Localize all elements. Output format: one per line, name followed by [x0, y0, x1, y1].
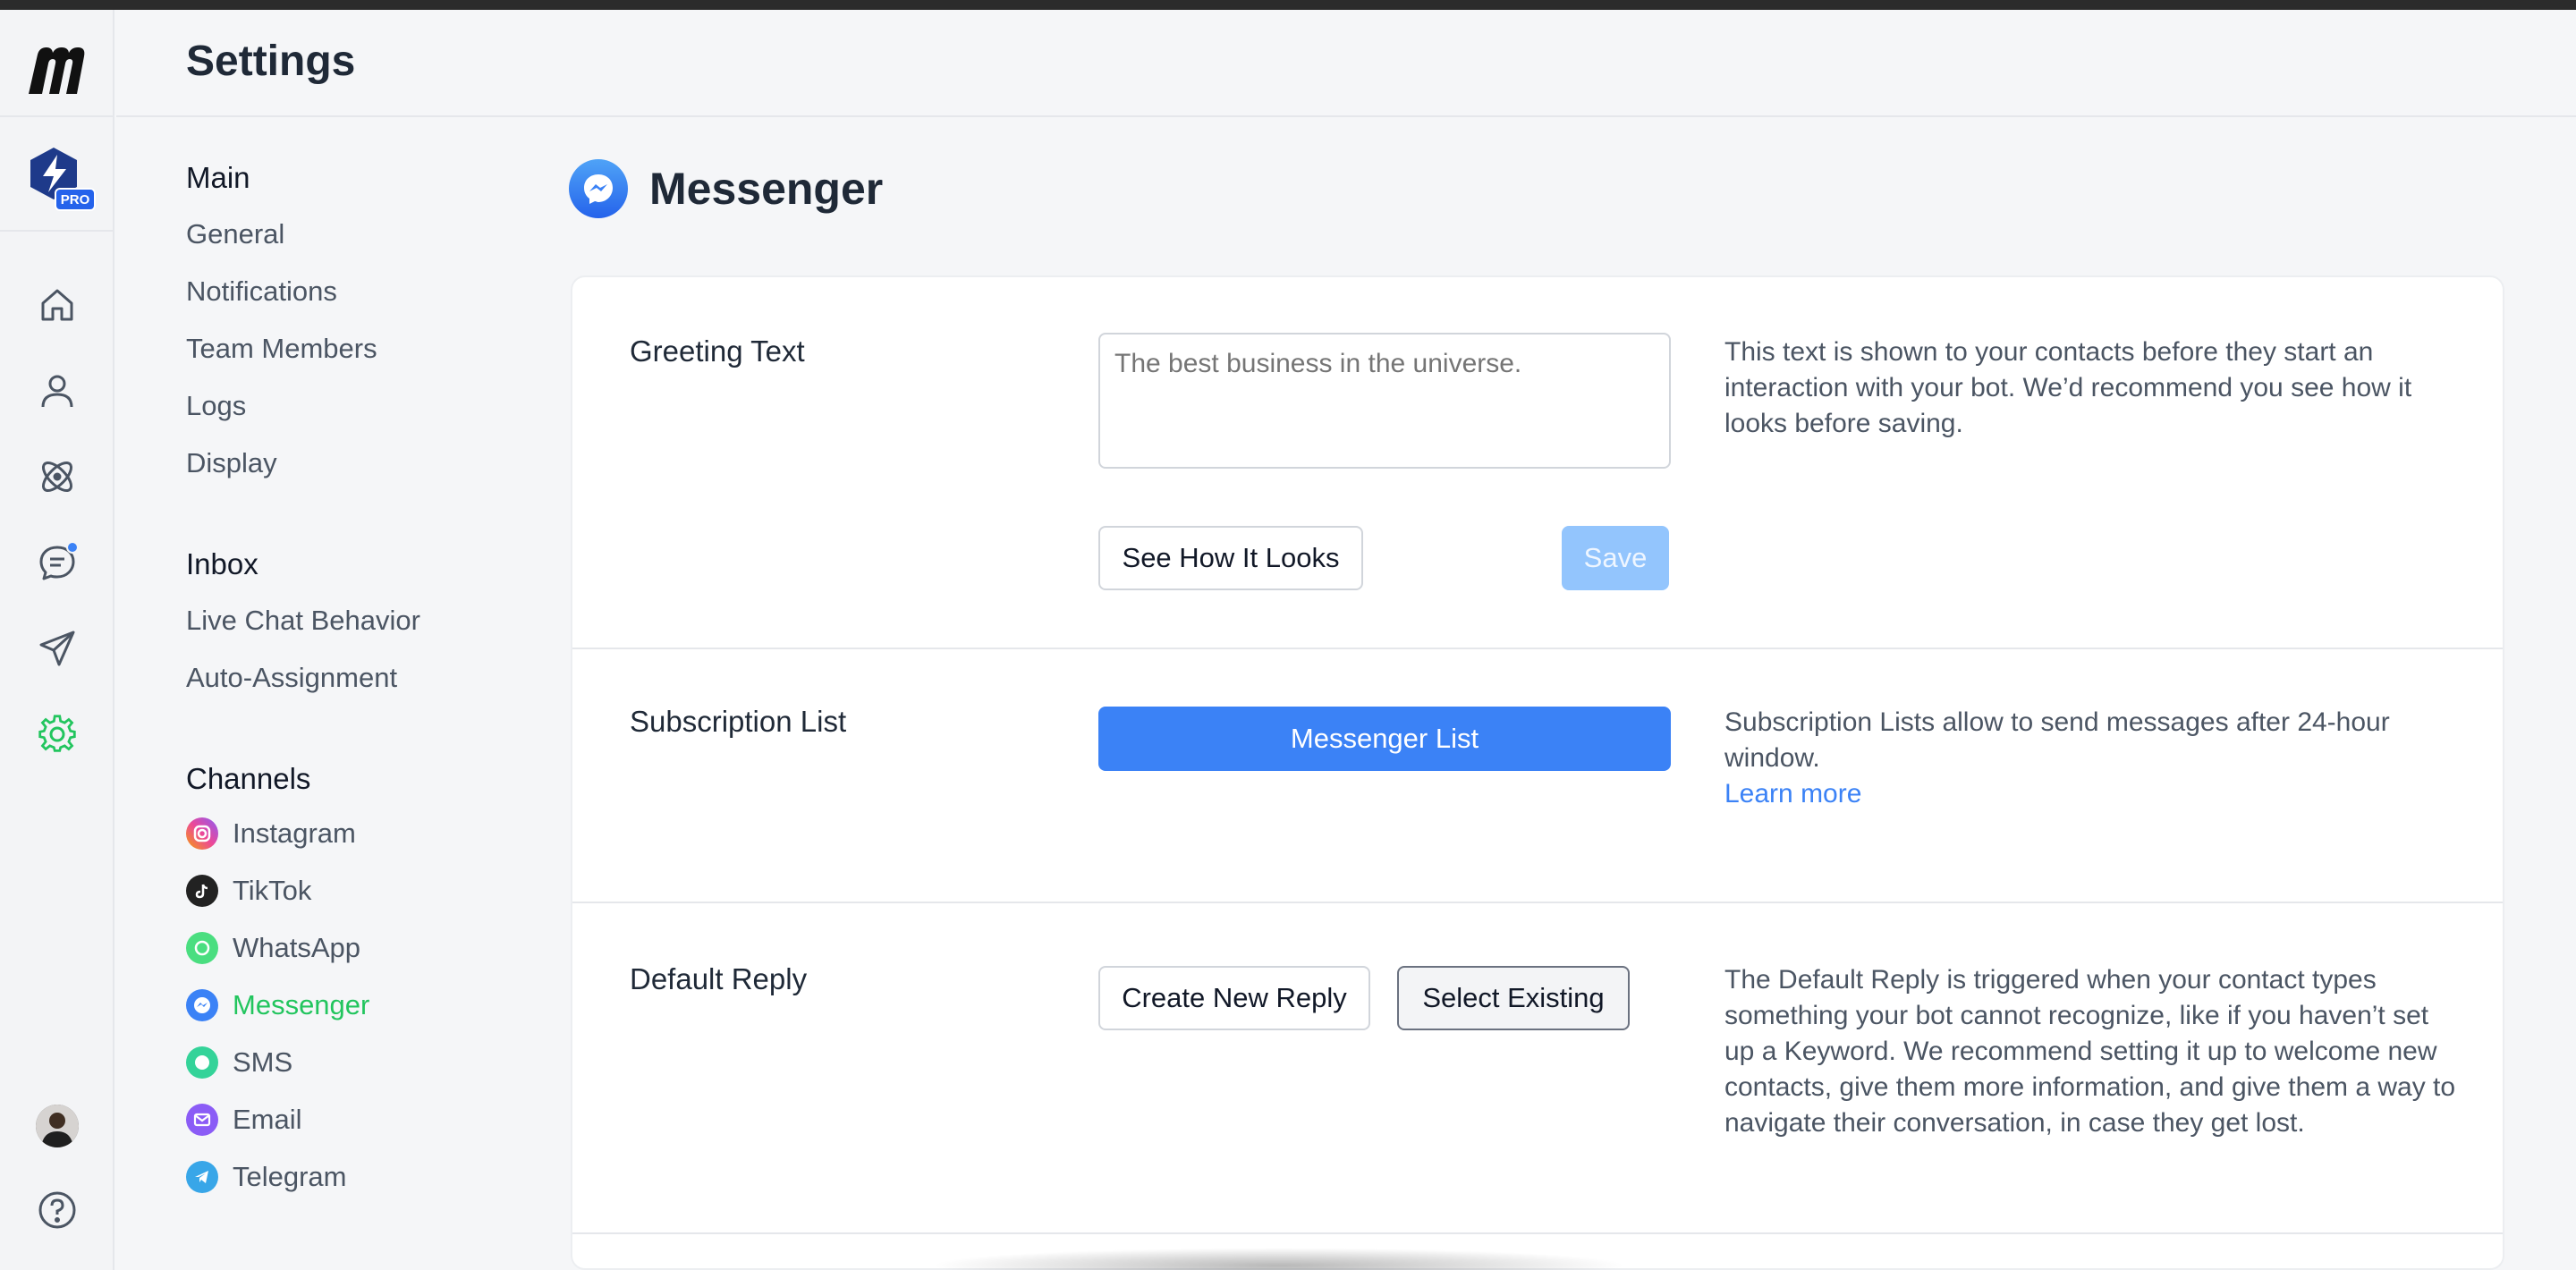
sidebar-item-team-members[interactable]: Team Members [186, 333, 377, 365]
sidebar-group-channels: Channels [186, 762, 311, 795]
sms-icon [186, 1046, 218, 1079]
help-icon[interactable] [34, 1187, 80, 1233]
section-divider [572, 1232, 2503, 1234]
sidebar-item-general[interactable]: General [186, 218, 284, 250]
sidebar-item-sms[interactable]: SMS [186, 1046, 292, 1079]
sidebar-item-label: Instagram [233, 817, 356, 849]
default-reply-description: The Default Reply is triggered when your… [1724, 965, 2456, 1138]
sidebar-item-label: WhatsApp [233, 932, 361, 963]
sidebar-item-label: TikTok [233, 875, 312, 906]
telegram-icon [186, 1161, 218, 1193]
window-top-bar [0, 0, 2576, 10]
home-icon[interactable] [34, 282, 80, 328]
icon-rail: PRO [0, 10, 114, 1270]
see-how-it-looks-button[interactable]: See How It Looks [1098, 526, 1363, 590]
subscription-description-text: Subscription Lists allow to send message… [1724, 707, 2390, 773]
channel-heading: Messenger [569, 159, 883, 218]
whatsapp-icon [186, 932, 218, 964]
automation-icon[interactable] [34, 453, 80, 500]
sidebar-item-label: Messenger [233, 989, 370, 1020]
sidebar-item-instagram[interactable]: Instagram [186, 817, 356, 850]
subscription-list-description: Subscription Lists allow to send message… [1724, 705, 2458, 812]
messenger-icon [569, 159, 628, 218]
default-reply-label: Default Reply [630, 962, 808, 995]
page-title: Settings [186, 38, 356, 85]
chat-icon[interactable] [34, 539, 80, 586]
sidebar-group-inbox: Inbox [186, 547, 258, 580]
user-avatar[interactable] [36, 1105, 79, 1147]
messenger-list-button[interactable]: Messenger List [1098, 707, 1671, 771]
page-header: Settings [116, 10, 2576, 117]
create-new-reply-button[interactable]: Create New Reply [1098, 966, 1370, 1030]
greeting-text-label: Greeting Text [630, 334, 805, 368]
subscription-list-label: Subscription List [630, 705, 847, 738]
gear-icon[interactable] [34, 711, 80, 758]
sidebar-item-logs[interactable]: Logs [186, 390, 246, 422]
email-icon [186, 1104, 218, 1136]
greeting-text-description: This text is shown to your contacts befo… [1724, 337, 2412, 438]
sidebar-item-display[interactable]: Display [186, 447, 277, 479]
notification-dot [66, 541, 79, 554]
sidebar-item-whatsapp[interactable]: WhatsApp [186, 932, 360, 964]
select-existing-button[interactable]: Select Existing [1397, 966, 1630, 1030]
channel-title: Messenger [649, 164, 884, 214]
bot-avatar[interactable]: PRO [25, 144, 100, 216]
subscription-list-section: Subscription List Messenger List Subscri… [572, 649, 2503, 903]
sidebar-item-live-chat-behavior[interactable]: Live Chat Behavior [186, 605, 420, 637]
rail-divider [0, 230, 113, 232]
default-reply-section: Default Reply Create New Reply Select Ex… [572, 903, 2503, 1234]
user-icon[interactable] [34, 368, 80, 414]
save-button[interactable]: Save [1562, 526, 1669, 590]
send-icon[interactable] [34, 625, 80, 672]
instagram-icon [186, 817, 218, 850]
learn-more-link[interactable]: Learn more [1724, 776, 2458, 812]
sidebar-item-auto-assignment[interactable]: Auto-Assignment [186, 662, 397, 694]
sidebar-item-label: SMS [233, 1046, 293, 1078]
sidebar-item-label: Email [233, 1104, 302, 1135]
sidebar-item-notifications[interactable]: Notifications [186, 275, 337, 308]
sidebar-item-email[interactable]: Email [186, 1104, 302, 1136]
sidebar-item-messenger[interactable]: Messenger [186, 989, 369, 1021]
sidebar-group-main: Main [186, 161, 250, 194]
pro-badge: PRO [61, 192, 90, 207]
manychat-logo[interactable] [25, 42, 89, 99]
greeting-text-input[interactable] [1098, 333, 1671, 469]
rail-divider [0, 115, 113, 117]
tiktok-icon [186, 875, 218, 907]
settings-card: Greeting Text See How It Looks Save This… [571, 275, 2504, 1270]
sidebar-item-tiktok[interactable]: TikTok [186, 875, 311, 907]
messenger-icon [186, 989, 218, 1021]
greeting-text-section: Greeting Text See How It Looks Save This… [572, 277, 2503, 649]
sidebar-item-telegram[interactable]: Telegram [186, 1161, 347, 1193]
sidebar-item-label: Telegram [233, 1161, 347, 1192]
